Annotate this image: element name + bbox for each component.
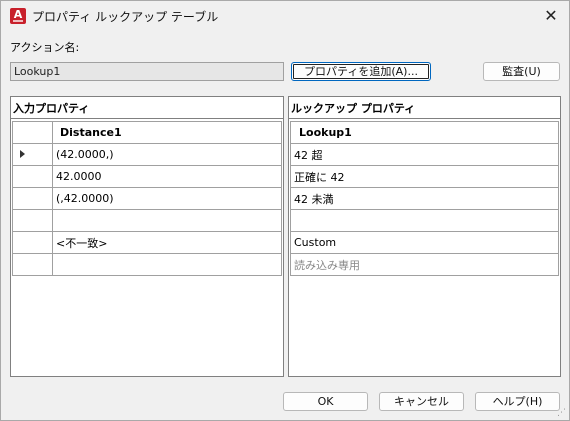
lookup-value-cell[interactable]: 読み込み専用	[290, 253, 559, 276]
lookup-value-cell[interactable]: Custom	[290, 231, 559, 254]
action-name-field[interactable]: Lookup1	[10, 62, 284, 81]
input-properties-grid: Distance1 (42.0000,) 42.0000 (,42.0000) …	[12, 121, 282, 276]
table-row[interactable]: 正確に 42	[290, 165, 559, 188]
close-icon[interactable]: ✕	[541, 6, 561, 26]
table-row[interactable]: 42 超	[290, 143, 559, 166]
action-name-label: アクション名:	[10, 41, 80, 54]
table-row[interactable]	[12, 253, 282, 276]
audit-button[interactable]: 監査(U)	[483, 62, 560, 81]
lookup-value-cell[interactable]: 42 超	[290, 143, 559, 166]
table-row[interactable]	[12, 209, 282, 232]
ok-button[interactable]: OK	[283, 392, 368, 411]
input-value-cell[interactable]: 42.0000	[52, 165, 282, 188]
row-indicator[interactable]	[12, 143, 53, 166]
row-indicator[interactable]	[12, 231, 53, 254]
lookup1-column-header[interactable]: Lookup1	[290, 121, 559, 144]
row-indicator[interactable]	[12, 209, 53, 232]
current-row-arrow-icon	[20, 150, 25, 158]
lookup-value-cell[interactable]	[290, 209, 559, 232]
input-properties-panel: 入力プロパティ Distance1 (42.0000,) 42.0000 (,4…	[10, 96, 284, 377]
cancel-button[interactable]: キャンセル	[379, 392, 464, 411]
table-row[interactable]	[290, 209, 559, 232]
input-properties-title: 入力プロパティ	[11, 97, 283, 119]
lookup-properties-title: ルックアップ プロパティ	[289, 97, 560, 119]
row-indicator[interactable]	[12, 165, 53, 188]
table-row[interactable]: Custom	[290, 231, 559, 254]
row-indicator-header	[12, 121, 53, 144]
distance1-column-header[interactable]: Distance1	[52, 121, 282, 144]
lookup-properties-panel: ルックアップ プロパティ Lookup1 42 超 正確に 42 42 未満 C…	[288, 96, 561, 377]
row-indicator[interactable]	[12, 253, 53, 276]
grid-header-row: Lookup1	[290, 121, 559, 144]
table-row[interactable]: (42.0000,)	[12, 143, 282, 166]
input-value-cell[interactable]	[52, 209, 282, 232]
lookup-properties-grid: Lookup1 42 超 正確に 42 42 未満 Custom 読み込み専用	[290, 121, 559, 276]
resize-grip-icon[interactable]: ⋰	[557, 408, 567, 418]
input-value-cell[interactable]: (42.0000,)	[52, 143, 282, 166]
table-row[interactable]: 42.0000	[12, 165, 282, 188]
table-row[interactable]: (,42.0000)	[12, 187, 282, 210]
dialog-window: A プロパティ ルックアップ テーブル ✕ アクション名: Lookup1 プロ…	[0, 0, 570, 421]
help-button[interactable]: ヘルプ(H)	[475, 392, 560, 411]
table-row[interactable]: 42 未満	[290, 187, 559, 210]
autocad-app-icon: A	[10, 8, 26, 24]
input-value-cell[interactable]: <不一致>	[52, 231, 282, 254]
input-value-cell[interactable]: (,42.0000)	[52, 187, 282, 210]
table-row[interactable]: 読み込み専用	[290, 253, 559, 276]
input-value-cell[interactable]	[52, 253, 282, 276]
table-row[interactable]: <不一致>	[12, 231, 282, 254]
title-bar: A プロパティ ルックアップ テーブル ✕	[1, 1, 569, 32]
window-title: プロパティ ルックアップ テーブル	[32, 10, 219, 24]
grid-header-row: Distance1	[12, 121, 282, 144]
row-indicator[interactable]	[12, 187, 53, 210]
lookup-value-cell[interactable]: 正確に 42	[290, 165, 559, 188]
add-property-button[interactable]: プロパティを追加(A)...	[291, 62, 431, 81]
lookup-value-cell[interactable]: 42 未満	[290, 187, 559, 210]
